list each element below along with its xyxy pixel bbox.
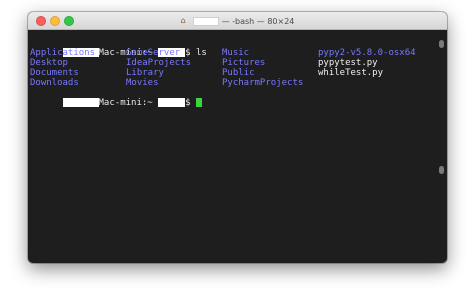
directory-entry: GameServer	[126, 48, 181, 58]
window-title: ⌂ — -bash — 80×24	[28, 12, 447, 30]
prompt-host: Mac-mini:~	[98, 98, 153, 108]
ls-listing: Applications GameServer Music pypy2-v5.8.0-…	[30, 48, 447, 88]
listing-row: Applications GameServer Music pypy2-v5.8.0-…	[30, 48, 447, 58]
directory-entry: Desktop	[30, 58, 68, 68]
title-bar[interactable]: ⌂ — -bash — 80×24	[28, 12, 447, 30]
listing-row: Downloads Movies PycharmProjects	[30, 78, 447, 88]
text-cursor	[195, 98, 202, 107]
directory-entry: Library	[126, 68, 164, 78]
directory-entry: Movies	[126, 78, 159, 88]
scroll-thumb-top[interactable]	[439, 40, 444, 48]
file-entry: whileTest.py	[318, 68, 384, 78]
terminal-window: ⌂ — -bash — 80×24 Mac-mini:~ $ ls Applic…	[28, 12, 447, 263]
prompt-line: Mac-mini:~ $ ls	[30, 38, 447, 58]
directory-entry: PycharmProjects	[222, 78, 304, 88]
prompt-symbol: $	[185, 98, 191, 108]
home-folder-icon: ⌂	[180, 16, 186, 25]
directory-entry: IdeaProjects	[126, 58, 192, 68]
terminal-output[interactable]: Mac-mini:~ $ ls Applications GameServer Mu…	[28, 31, 447, 263]
file-entry: pypytest.py	[318, 58, 378, 68]
redacted-username	[192, 16, 219, 26]
window-title-text: — -bash — 80×24	[221, 16, 295, 26]
scroll-thumb-bottom[interactable]	[439, 166, 444, 174]
directory-entry: Applications	[30, 48, 96, 58]
directory-entry: Pictures	[222, 58, 266, 68]
directory-entry: pypy2-v5.8.0-osx64	[318, 48, 416, 58]
directory-entry: Downloads	[30, 78, 79, 88]
prompt-line: Mac-mini:~ $	[30, 88, 447, 108]
redacted-username	[158, 98, 186, 107]
listing-row: Desktop IdeaProjects Pictures pypytest.py	[30, 58, 447, 68]
directory-entry: Music	[222, 48, 250, 58]
directory-entry: Documents	[30, 68, 79, 78]
scrollbar[interactable]	[439, 40, 444, 260]
redacted-hostname	[62, 98, 99, 107]
listing-row: Documents Library Public whileTest.py	[30, 68, 447, 78]
directory-entry: Public	[222, 68, 255, 78]
